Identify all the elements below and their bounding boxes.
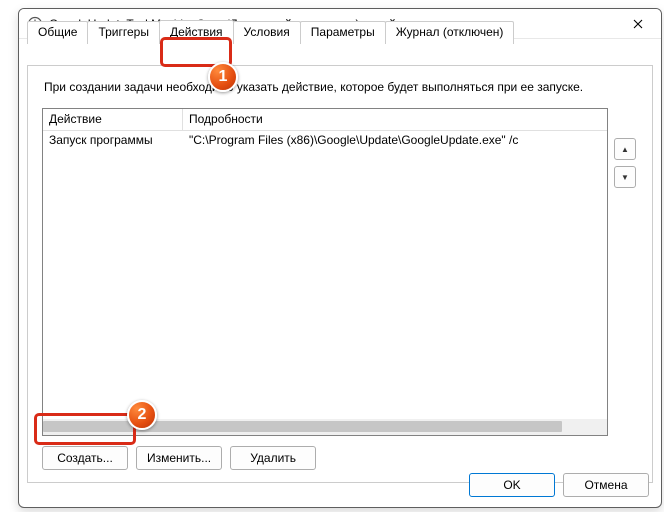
column-details[interactable]: Подробности <box>183 109 607 130</box>
edit-button[interactable]: Изменить... <box>136 446 222 470</box>
reorder-buttons: ▲ ▼ <box>614 108 638 436</box>
scrollbar-thumb[interactable] <box>43 421 562 432</box>
chevron-up-icon: ▲ <box>621 145 629 154</box>
cancel-button[interactable]: Отмена <box>563 473 649 497</box>
tab-conditions[interactable]: Условия <box>233 21 301 44</box>
description-text: При создании задачи необходимо указать д… <box>44 80 638 94</box>
action-buttons: Создать... Изменить... Удалить <box>42 446 638 470</box>
dialog-buttons: OK Отмена <box>469 473 649 497</box>
move-up-button[interactable]: ▲ <box>614 138 636 160</box>
properties-window: GoogleUpdateTaskMachineCore (Локальный к… <box>18 8 662 508</box>
tab-actions[interactable]: Действия <box>159 20 234 43</box>
cell-details: "C:\Program Files (x86)\Google\Update\Go… <box>183 131 607 151</box>
tab-strip: Общие Триггеры Действия Условия Параметр… <box>27 21 513 44</box>
list-header: Действие Подробности <box>43 109 607 131</box>
actions-panel: При создании задачи необходимо указать д… <box>28 66 652 482</box>
cell-action: Запуск программы <box>43 131 183 151</box>
chevron-down-icon: ▼ <box>621 173 629 182</box>
tab-settings[interactable]: Параметры <box>300 21 386 44</box>
window-body: Общие Триггеры Действия Условия Параметр… <box>19 39 661 483</box>
list-item[interactable]: Запуск программы "C:\Program Files (x86)… <box>43 131 607 151</box>
column-action[interactable]: Действие <box>43 109 183 130</box>
tab-history[interactable]: Журнал (отключен) <box>385 21 515 44</box>
tab-general[interactable]: Общие <box>27 21 88 44</box>
move-down-button[interactable]: ▼ <box>614 166 636 188</box>
delete-button[interactable]: Удалить <box>230 446 316 470</box>
create-button[interactable]: Создать... <box>42 446 128 470</box>
tab-triggers[interactable]: Триггеры <box>87 21 160 44</box>
close-button[interactable] <box>615 9 661 39</box>
horizontal-scrollbar[interactable] <box>43 419 607 435</box>
ok-button[interactable]: OK <box>469 473 555 497</box>
actions-list[interactable]: Действие Подробности Запуск программы "C… <box>42 108 608 436</box>
tab-panel: При создании задачи необходимо указать д… <box>27 65 653 483</box>
